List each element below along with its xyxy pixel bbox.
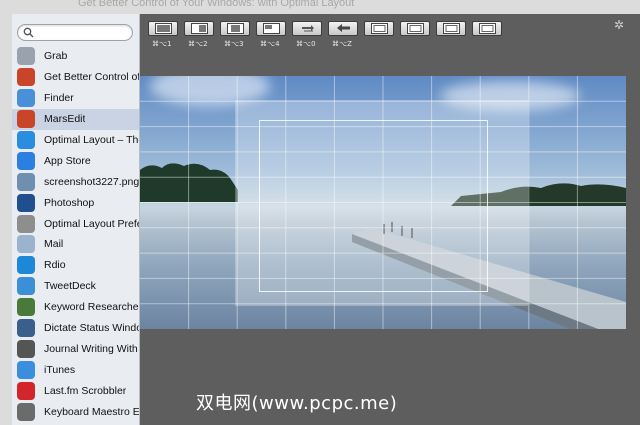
shortcut-label: ⌘⌥Z xyxy=(332,40,352,48)
full-window-icon xyxy=(155,23,172,34)
dictate-icon xyxy=(17,319,35,338)
target-window-frame[interactable] xyxy=(259,120,488,292)
shortcut-label: ⌘⌥1 xyxy=(152,40,172,48)
swap-icon xyxy=(302,25,314,32)
app-list-item-label: screenshot3227.png xyxy=(44,175,140,188)
layout-inset-3-button[interactable] xyxy=(436,21,466,36)
app-list-item[interactable]: Journal Writing With xyxy=(12,338,139,359)
tweetdeck-icon xyxy=(17,277,35,296)
rdio-icon xyxy=(17,256,35,275)
app-list-item[interactable]: Finder xyxy=(12,88,139,109)
screen-preview[interactable] xyxy=(140,76,626,329)
layout-full-button[interactable] xyxy=(148,21,178,36)
app-list-item-label: Optimal Layout – The xyxy=(44,134,140,146)
marsedit-icon xyxy=(17,110,35,129)
app-list-item-label: Grab xyxy=(44,50,68,63)
app-list-item-label: MarsEdit xyxy=(44,113,86,126)
app-list-item[interactable]: Mail xyxy=(12,234,139,255)
keyword-researcher-icon xyxy=(17,298,35,317)
app-list-item[interactable]: Keyword Researcher xyxy=(12,297,140,318)
app-list-item-label: Keyword Researcher xyxy=(44,301,140,314)
app-list-item[interactable]: Photoshop xyxy=(12,192,139,213)
keyboard-maestro-icon xyxy=(17,402,35,421)
app-list-item[interactable]: TweetDeck xyxy=(12,276,139,297)
layout-toolbar: ⌘⌥1 ⌘⌥2 ⌘⌥3 ⌘⌥4 ⌘⌥0 ⌘⌥Z xyxy=(140,14,640,54)
app-store-icon xyxy=(17,151,35,170)
app-list-item[interactable]: Grab xyxy=(12,46,139,67)
itunes-icon xyxy=(17,360,35,379)
undo-arrow-icon xyxy=(337,24,350,32)
layout-center-button[interactable] xyxy=(220,21,250,36)
layout-inset-1-button[interactable] xyxy=(364,21,394,36)
app-list-item-label: App Store xyxy=(44,154,91,167)
app-list-item[interactable]: Optimal Layout Prefe xyxy=(12,213,140,234)
preview-icon xyxy=(17,172,35,191)
app-list-item[interactable]: Get Better Control of xyxy=(12,67,140,88)
inset-window-icon xyxy=(479,23,496,34)
app-list-item-label: Keyboard Maestro Ec xyxy=(44,405,140,418)
app-list-item[interactable]: Keyboard Maestro Ec xyxy=(12,401,140,422)
app-list-item-label: Mail xyxy=(44,238,64,251)
mail-icon xyxy=(17,235,35,254)
layout-inset-2-button[interactable] xyxy=(400,21,430,36)
journal-icon xyxy=(17,339,35,358)
search-icon xyxy=(23,27,34,38)
lastfm-icon xyxy=(17,381,35,400)
center-column-icon xyxy=(227,23,244,34)
photoshop-icon xyxy=(17,193,35,212)
app-list-item-label: Dictate Status Windo xyxy=(44,322,140,335)
gear-icon[interactable]: ✲ xyxy=(614,18,624,32)
inset-window-icon xyxy=(443,23,460,34)
app-list-item-label: Photoshop xyxy=(44,196,95,209)
top-left-icon xyxy=(263,23,280,34)
marsedit-icon xyxy=(17,68,35,87)
main-panel: ⌘⌥1 ⌘⌥2 ⌘⌥3 ⌘⌥4 ⌘⌥0 ⌘⌥Z ✲ xyxy=(140,14,640,425)
layout-prefs-icon xyxy=(17,214,35,233)
app-list-item[interactable]: Rdio xyxy=(12,255,139,276)
inset-window-icon xyxy=(371,23,388,34)
app-list: Grab Get Better Control of Finder MarsEdit O… xyxy=(12,46,140,422)
app-list-item-label: TweetDeck xyxy=(44,280,96,293)
app-list-item-label: Optimal Layout Prefe xyxy=(44,217,140,230)
shortcut-label: ⌘⌥4 xyxy=(260,40,280,48)
optimal-layout-icon xyxy=(17,131,35,149)
watermark: 双电网(www.pcpc.me) xyxy=(196,393,398,414)
app-list-item[interactable]: MarsEdit xyxy=(12,108,139,130)
layout-swap-button[interactable] xyxy=(292,21,322,36)
shortcut-label: ⌘⌥2 xyxy=(188,40,208,48)
search-field[interactable] xyxy=(17,24,133,41)
app-sidebar: Grab Get Better Control of Finder MarsEdit O… xyxy=(12,14,140,425)
app-list-item-label: Finder xyxy=(44,92,74,105)
finder-icon xyxy=(17,89,35,108)
right-half-icon xyxy=(191,23,208,34)
app-list-item[interactable]: Last.fm Scrobbler xyxy=(12,380,139,401)
layout-right-half-button[interactable] xyxy=(184,21,214,36)
app-list-item[interactable]: iTunes xyxy=(12,359,139,380)
app-list-item-label: Rdio xyxy=(44,259,66,272)
app-list-item-label: iTunes xyxy=(44,363,76,376)
app-list-item-label: Get Better Control of xyxy=(44,71,140,84)
app-list-item-label: Journal Writing With xyxy=(44,342,138,355)
layout-inset-4-button[interactable] xyxy=(472,21,502,36)
app-list-item-label: Last.fm Scrobbler xyxy=(44,384,127,397)
shortcut-label: ⌘⌥3 xyxy=(224,40,244,48)
grab-icon xyxy=(17,47,35,66)
app-list-item[interactable]: Dictate Status Windo xyxy=(12,318,140,339)
layout-undo-button[interactable] xyxy=(328,21,358,36)
app-list-item[interactable]: Optimal Layout – The xyxy=(12,130,140,151)
shortcut-label: ⌘⌥0 xyxy=(296,40,316,48)
inset-window-icon xyxy=(407,23,424,34)
background-window-title: Get Better Control of Your Windows: with… xyxy=(78,0,355,9)
layout-top-left-button[interactable] xyxy=(256,21,286,36)
optimal-layout-window: Get Better Control of Your Windows: with… xyxy=(0,0,640,425)
app-list-item[interactable]: screenshot3227.png xyxy=(12,171,140,192)
app-list-item[interactable]: App Store xyxy=(12,150,139,171)
